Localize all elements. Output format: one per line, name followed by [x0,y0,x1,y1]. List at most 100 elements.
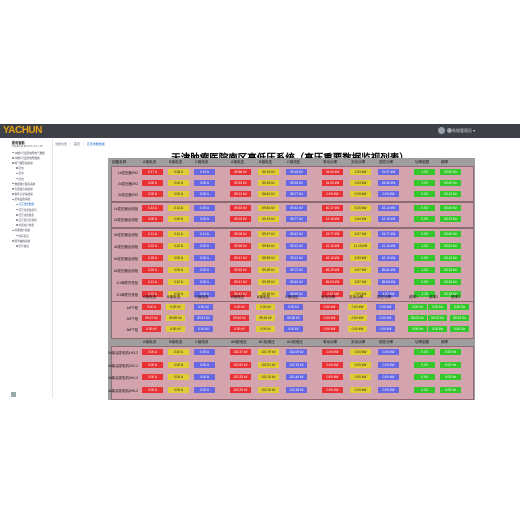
value-cell: 59.54 kV [258,243,279,249]
value-cell: 0.00 A [194,361,215,368]
column-header: 有功功率 [323,340,338,344]
value-cell: 0.00 Hz [440,349,461,355]
sidebar-item[interactable]: 趋势曲线 [10,243,52,248]
menu-bullet-icon [16,224,18,226]
data-board: 回路名称 A相电流 B相电流 C相电流 A相电压 B相电压 C相电压 有功功率 无功功率 视在功率… [108,158,475,400]
row-label: 6#变压器出线柜 [113,269,138,273]
sidebar-title: 配电智能 [12,141,25,145]
column-header: A相电压 [231,295,245,299]
column-header: B相电流 [169,160,183,164]
sidebar-item-label: 变压器温度数据 [18,219,37,223]
value-cell: 0.00 kW [376,326,395,332]
value-cell: 0.14 A [142,205,163,211]
value-cell: 2.53 kW [350,169,371,175]
value-cell: 50.13 Hz [440,191,461,197]
sidebar-item-label: 2#楼1号变配电所电气数据 [14,151,45,155]
value-cell: 0.00 Hz [408,304,427,310]
row-label: 2/1母联开关柜 [116,293,138,297]
value-cell: 0.12 A [168,279,189,285]
value-cell: 0.00 A [168,374,189,380]
menu-bullet-icon [16,167,18,169]
value-cell: 41.10 kW [322,243,343,249]
value-cell: 12.10 kW [378,216,399,222]
value-cell: 101.79 kV [258,349,279,355]
column-header: A相电流 [143,160,157,164]
column-header: 频率 [441,340,449,344]
sidebar-item-label: 配电设备系统 [14,198,31,202]
menu-bullet-icon [16,172,18,175]
value-cell: 59.42 kV [286,205,307,211]
value-cell: 59.28 kV [230,231,251,237]
sidebar-item-label: 数据统计报表系统 [14,182,36,186]
row-label: 1#变压器2H2 [117,171,138,175]
column-header: 无功功率 [351,340,366,344]
user-menu[interactable]: 系统管理员 ▾ [452,124,475,138]
value-cell: 59.53 kV [230,180,251,186]
value-cell: 59.40 kV [286,279,307,285]
value-cell: 50.15 Hz [440,267,461,273]
value-cell: 0.00 Hz [440,374,461,380]
value-cell: 50.00 Hz [440,169,461,175]
value-cell: 55.29 kW [322,267,343,273]
value-cell: 0.00 A [142,386,163,393]
value-cell: 0.00 kW [378,191,399,197]
sidebar-item-label: 配电 [18,172,24,176]
value-cell: 50.03 Hz [450,315,469,321]
value-cell: 0.00 kW [322,349,343,355]
value-cell: 0.11 A [168,231,189,237]
value-cell: 102.91 kV [258,361,279,368]
sidebar-item-label: 低压重要数据列 [18,208,37,212]
notification-icon[interactable] [438,127,445,134]
value-cell: 34.00 kW [322,180,343,186]
sidebar-item-label: 2#楼2号变配电所数据 [14,156,40,160]
value-cell: 0.00 A [194,191,215,197]
value-cell: 0.93 [414,205,435,211]
menu-bullet-icon [12,162,14,164]
value-cell: 55.83 kW [378,279,399,285]
value-cell: 59.54 kV [258,205,279,211]
value-cell: 102.81 kV [230,361,251,368]
value-cell: 5.67 kW [350,231,371,237]
value-cell: 0.00 A [194,255,215,261]
row-label: 2#PT柜 [126,317,139,321]
value-cell: 59.72 kV [286,267,307,273]
value-cell: 59.23 kV [230,216,251,222]
value-cell: 0.00 A [194,349,215,355]
sidebar-item-label: 趋势曲线系统 [14,239,31,243]
value-cell: 1.00 [414,243,435,249]
value-cell: 102.48 kV [286,386,307,393]
row-label: 3#变压器2H3 [117,193,138,197]
value-cell: 50.00 Hz [440,180,461,186]
value-cell: 0.99 [414,216,435,222]
value-cell: 0.00 kV [256,326,275,332]
value-cell: 41.10 kW [378,243,399,249]
value-cell: 0.00 kW [350,349,371,355]
value-cell: 0.00 [414,349,435,355]
value-cell: 59.47 kV [230,279,251,285]
value-cell: 1.00 [414,180,435,186]
value-cell: 34.50 kW [378,180,399,186]
value-cell: 59.47 kV [142,315,161,321]
sidebar: 配电智能 ANKEN ELECTRIC CO.,LTD 2#楼1号变配电所电气数… [10,138,53,398]
menu-bullet-icon [16,234,18,237]
column-header: A相电流 [143,295,157,299]
value-cell: 0.00 A [194,205,215,211]
value-cell: 0.22 A [168,243,189,249]
column-header: B相电流 [169,340,183,344]
value-cell: 0.00 kW [376,315,395,321]
menu-bullet-icon [12,198,14,201]
value-cell: 58.42 kV [258,191,279,197]
value-cell: 0.00 A [168,349,189,355]
value-cell: 0.00 kW [378,374,399,380]
row-label: 1#PT柜 [126,306,139,310]
value-cell: 0.00 kV [166,304,185,310]
breadcrumb-item: 高压重要数据 [86,142,105,146]
value-cell: 0.00 kW [322,361,343,368]
value-cell: 0.00 A [194,243,215,249]
breadcrumb-item[interactable]: 首页 [74,142,80,146]
collapse-icon[interactable] [11,392,16,397]
column-header: BC相电压 [259,340,275,344]
sidebar-item-label: 配电 [18,167,24,171]
value-cell: 0.99 [414,279,435,285]
column-header: C相电流 [195,295,209,299]
